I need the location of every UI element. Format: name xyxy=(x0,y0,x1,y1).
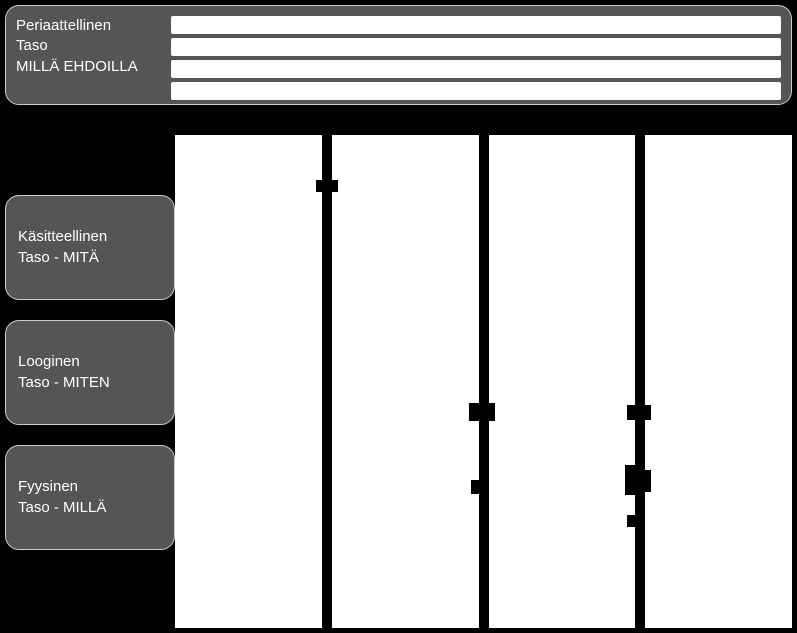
column-4 xyxy=(645,135,792,628)
gap xyxy=(316,180,322,192)
label-line: Taso - MITEN xyxy=(18,373,174,393)
gap xyxy=(645,405,651,420)
conceptual-level-label: Käsitteellinen Taso - MITÄ xyxy=(5,195,175,300)
principle-bars xyxy=(171,14,781,100)
content-bar xyxy=(171,82,781,100)
gap xyxy=(489,403,495,421)
principle-level-label: Periaattellinen Taso MILLÄ EHDOILLA xyxy=(16,14,171,77)
column-1 xyxy=(175,135,322,628)
content-bar xyxy=(171,60,781,78)
column-3 xyxy=(489,135,636,628)
gap xyxy=(645,470,651,492)
content-bar xyxy=(171,38,781,56)
label-line: Taso xyxy=(16,36,171,56)
matrix-columns xyxy=(175,135,792,628)
principle-level-panel: Periaattellinen Taso MILLÄ EHDOILLA xyxy=(5,5,792,105)
label-line: Taso - MITÄ xyxy=(18,248,174,268)
label-line: Looginen xyxy=(18,352,174,372)
label-line: Käsitteellinen xyxy=(18,227,174,247)
gap xyxy=(627,405,635,420)
content-bar xyxy=(171,16,781,34)
label-line: Taso - MILLÄ xyxy=(18,498,174,518)
logical-level-label: Looginen Taso - MITEN xyxy=(5,320,175,425)
gap xyxy=(627,515,635,527)
gap xyxy=(625,465,635,495)
label-line: Periaattellinen xyxy=(16,16,171,36)
column-2 xyxy=(332,135,479,628)
gap xyxy=(471,480,479,494)
gap xyxy=(332,180,338,192)
label-line: Fyysinen xyxy=(18,477,174,497)
physical-level-label: Fyysinen Taso - MILLÄ xyxy=(5,445,175,550)
gap xyxy=(469,403,479,421)
label-line: MILLÄ EHDOILLA xyxy=(16,57,171,77)
